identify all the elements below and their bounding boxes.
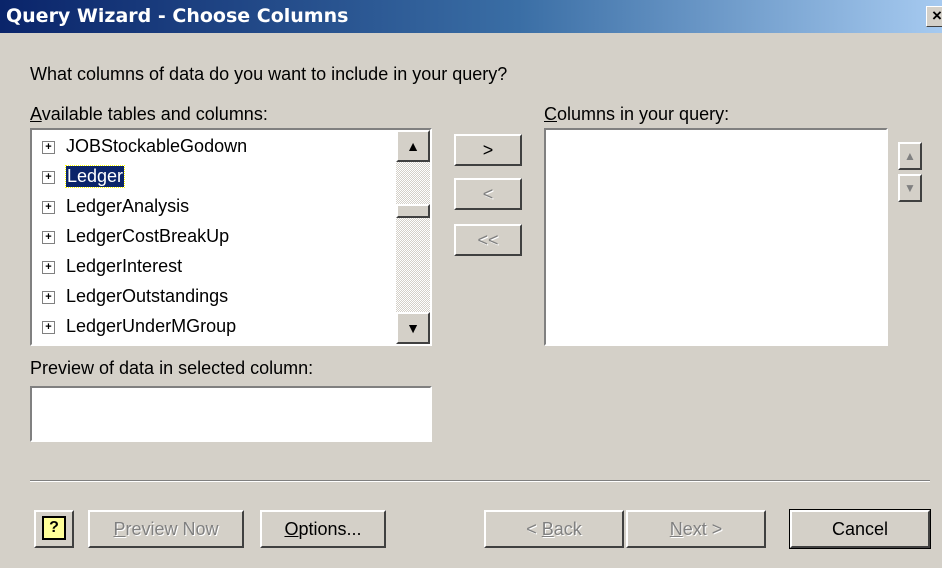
next-mnemonic: N [669, 519, 683, 539]
help-icon: ? [42, 516, 66, 540]
preview-label: Preview of data in selected column: [30, 358, 314, 378]
help-button[interactable]: ? [34, 510, 74, 548]
table-list-item-label: LedgerAnalysis [66, 196, 190, 216]
expand-plus-icon[interactable]: + [42, 201, 55, 214]
options-rest: ptions... [298, 519, 362, 539]
back-button[interactable]: < Back [484, 510, 624, 548]
expand-plus-icon[interactable]: + [42, 321, 55, 334]
title-bar[interactable]: Query Wizard - Choose Columns × [0, 0, 942, 33]
remove-all-columns-button[interactable]: << [454, 224, 522, 256]
available-label: Available tables and columns: [30, 104, 268, 125]
scroll-thumb[interactable] [396, 204, 430, 218]
table-list-item-label: LedgerInterest [66, 256, 183, 276]
query-columns-label: Columns in your query: [544, 104, 729, 125]
expand-plus-icon[interactable]: + [42, 171, 55, 184]
scroll-up-button[interactable]: ▲ [396, 130, 430, 162]
table-list-item-label: Ledger [64, 165, 126, 188]
back-rest: ack [553, 519, 582, 539]
query-wizard-window: Query Wizard - Choose Columns × What col… [0, 0, 942, 568]
options-mnemonic: O [284, 519, 299, 539]
available-listbox[interactable]: + JOBStockableGodown + Ledger + LedgerAnalysi… [30, 128, 432, 346]
table-list-item-label: LedgerCostBreakUp [66, 226, 230, 246]
add-column-button[interactable]: > [454, 134, 522, 166]
back-prefix: < [526, 519, 542, 539]
preview-now-mnemonic: P [113, 519, 126, 539]
separator-line [30, 480, 930, 482]
preview-now-button[interactable]: Preview Now [88, 510, 244, 548]
table-list-item-label: LedgerOutstandings [66, 286, 229, 306]
cancel-button[interactable]: Cancel [789, 509, 931, 549]
window-title: Query Wizard - Choose Columns [6, 5, 349, 27]
available-label-rest: vailable tables and columns: [41, 104, 268, 124]
next-rest: ext > [682, 519, 723, 539]
back-mnemonic: B [541, 519, 554, 539]
expand-plus-icon[interactable]: + [42, 291, 55, 304]
expand-plus-icon[interactable]: + [42, 141, 55, 154]
preview-now-rest: review Now [125, 519, 219, 539]
preview-box [30, 386, 432, 442]
query-columns-label-rest: olumns in your query: [557, 104, 730, 124]
remove-column-button[interactable]: < [454, 178, 522, 210]
expand-plus-icon[interactable]: + [42, 231, 55, 244]
options-button[interactable]: Options... [260, 510, 386, 548]
query-columns-label-mnemonic: C [544, 104, 557, 124]
available-scrollbar[interactable]: ▲ ▼ [396, 130, 430, 344]
query-columns-listbox[interactable] [544, 128, 888, 346]
expand-plus-icon[interactable]: + [42, 261, 55, 274]
table-list-item-label: JOBStockableGodown [66, 136, 248, 156]
close-button[interactable]: × [926, 6, 942, 27]
prompt-text: What columns of data do you want to incl… [30, 64, 508, 84]
available-label-mnemonic: A [30, 104, 42, 124]
move-down-button[interactable]: ▼ [898, 174, 922, 202]
move-up-button[interactable]: ▲ [898, 142, 922, 170]
scroll-down-button[interactable]: ▼ [396, 312, 430, 344]
table-list-item-label: LedgerUnderMGroup [66, 316, 237, 336]
next-button[interactable]: Next > [626, 510, 766, 548]
